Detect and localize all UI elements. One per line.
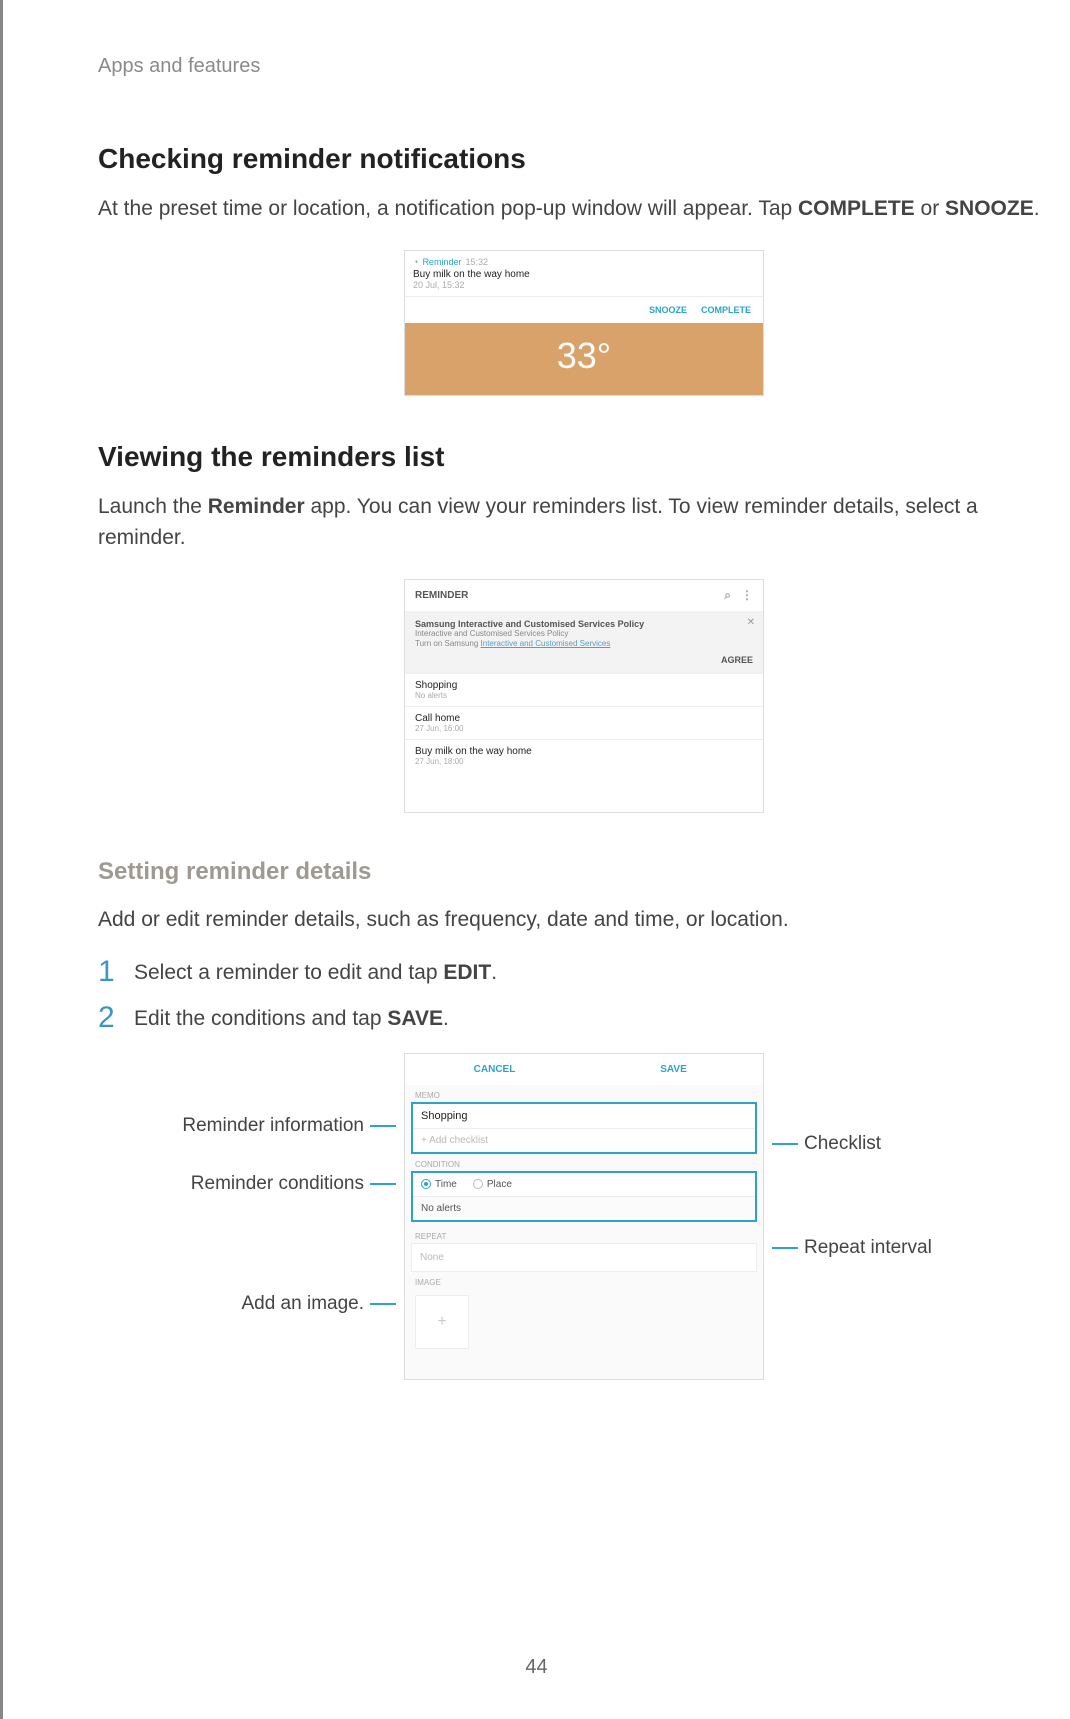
add-checklist-button[interactable]: + Add checklist bbox=[413, 1129, 755, 1152]
bell-icon: ◔ bbox=[413, 257, 418, 267]
app-label: Reminder bbox=[422, 257, 461, 267]
page-number: 44 bbox=[3, 1656, 1070, 1679]
notification-title: Buy milk on the way home bbox=[413, 269, 755, 280]
policy-title: Samsung Interactive and Customised Servi… bbox=[415, 619, 753, 629]
text-bold: EDIT bbox=[443, 961, 491, 984]
policy-link[interactable]: Interactive and Customised Services bbox=[481, 639, 611, 648]
text-bold: COMPLETE bbox=[798, 197, 915, 220]
text: . bbox=[443, 1007, 449, 1030]
callout-reminder-conditions: Reminder conditions bbox=[191, 1173, 364, 1195]
weather-widget: 33° bbox=[405, 323, 763, 395]
callout-add-image: Add an image. bbox=[241, 1293, 364, 1315]
notification-subtitle: 20 Jul, 15:32 bbox=[413, 280, 755, 290]
text: Launch the bbox=[98, 495, 208, 518]
condition-label: CONDITION bbox=[405, 1154, 763, 1171]
list-item[interactable]: Shopping No alerts bbox=[405, 673, 763, 706]
text: . bbox=[491, 961, 497, 984]
item-title: Buy milk on the way home bbox=[415, 746, 753, 757]
text: or bbox=[915, 197, 945, 220]
heading-viewing: Viewing the reminders list bbox=[98, 441, 1070, 473]
add-image-button[interactable]: + bbox=[415, 1295, 469, 1349]
body-viewing: Launch the Reminder app. You can view yo… bbox=[98, 491, 1070, 554]
cancel-button[interactable]: CANCEL bbox=[405, 1054, 584, 1085]
radio-label: Time bbox=[435, 1179, 457, 1190]
callout-checklist: Checklist bbox=[804, 1133, 881, 1155]
search-icon[interactable]: ⌕ bbox=[724, 588, 731, 603]
radio-place[interactable]: Place bbox=[473, 1179, 512, 1190]
close-icon[interactable]: ✕ bbox=[747, 617, 755, 628]
heading-checking: Checking reminder notifications bbox=[98, 143, 1070, 175]
app-title: REMINDER bbox=[415, 590, 468, 601]
list-item[interactable]: Buy milk on the way home 27 Jun, 18:00 bbox=[405, 739, 763, 772]
screenshot-reminder-list: REMINDER ⌕ ⋮ ✕ Samsung Interactive and C… bbox=[404, 579, 764, 814]
text: Interactive and Customised Services Poli… bbox=[415, 629, 568, 638]
text-bold: SNOOZE bbox=[945, 197, 1034, 220]
item-title: Call home bbox=[415, 713, 753, 724]
repeat-label: REPEAT bbox=[405, 1226, 763, 1243]
agree-button[interactable]: AGREE bbox=[415, 655, 753, 665]
text: Select a reminder to edit and tap bbox=[134, 961, 443, 984]
repeat-field[interactable]: None bbox=[411, 1243, 757, 1272]
callout-repeat: Repeat interval bbox=[804, 1237, 932, 1259]
time-label: 15:32 bbox=[465, 257, 488, 267]
screenshot-edit-reminder: CANCEL SAVE MEMO Shopping + Add checklis… bbox=[404, 1053, 764, 1380]
callout-reminder-info: Reminder information bbox=[182, 1115, 364, 1137]
memo-field[interactable]: Shopping bbox=[413, 1104, 755, 1129]
step-1: Select a reminder to edit and tap EDIT. bbox=[98, 961, 1070, 985]
snooze-button[interactable]: SNOOZE bbox=[649, 305, 687, 315]
policy-desc: Interactive and Customised Services Poli… bbox=[415, 629, 753, 650]
text-bold: Reminder bbox=[208, 495, 305, 518]
screenshot-notification: ◔ Reminder 15:32 Buy milk on the way hom… bbox=[404, 250, 764, 396]
condition-value[interactable]: No alerts bbox=[413, 1196, 755, 1220]
radio-icon bbox=[473, 1179, 483, 1189]
complete-button[interactable]: COMPLETE bbox=[701, 305, 751, 315]
text: Edit the conditions and tap bbox=[134, 1007, 387, 1030]
list-item[interactable]: Call home 27 Jun, 16:00 bbox=[405, 706, 763, 739]
subheading-setting: Setting reminder details bbox=[98, 858, 1070, 886]
text-bold: SAVE bbox=[387, 1007, 443, 1030]
step-2: Edit the conditions and tap SAVE. bbox=[98, 1007, 1070, 1031]
item-sub: 27 Jun, 16:00 bbox=[415, 724, 753, 733]
item-title: Shopping bbox=[415, 680, 753, 691]
item-sub: 27 Jun, 18:00 bbox=[415, 757, 753, 766]
plus-icon: + bbox=[437, 1313, 446, 1331]
body-checking: At the preset time or location, a notifi… bbox=[98, 193, 1070, 225]
image-label: IMAGE bbox=[405, 1272, 763, 1289]
radio-icon bbox=[421, 1179, 431, 1189]
radio-time[interactable]: Time bbox=[421, 1179, 457, 1190]
text: At the preset time or location, a notifi… bbox=[98, 197, 798, 220]
text: . bbox=[1034, 197, 1040, 220]
item-sub: No alerts bbox=[415, 691, 753, 700]
breadcrumb: Apps and features bbox=[98, 55, 1070, 78]
radio-label: Place bbox=[487, 1179, 512, 1190]
more-icon[interactable]: ⋮ bbox=[741, 588, 753, 603]
text: Turn on Samsung bbox=[415, 639, 481, 648]
body-setting: Add or edit reminder details, such as fr… bbox=[98, 904, 1070, 936]
memo-label: MEMO bbox=[405, 1085, 763, 1102]
save-button[interactable]: SAVE bbox=[584, 1054, 763, 1085]
